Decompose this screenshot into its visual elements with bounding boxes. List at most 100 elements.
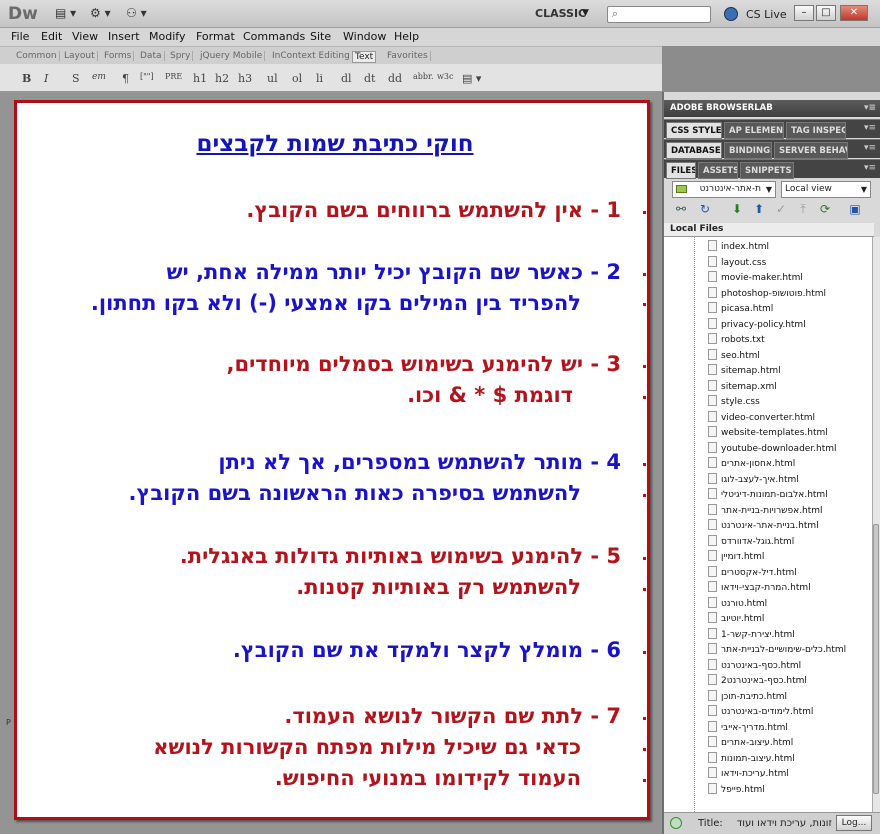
minimize-button[interactable]: – bbox=[794, 5, 814, 21]
insert-tab-data[interactable]: Data bbox=[138, 51, 165, 61]
file-list-item[interactable]: כלים-שימושיים-לבניית-אתר.html bbox=[708, 643, 846, 659]
put-files-icon[interactable]: ⬆ bbox=[750, 202, 768, 218]
file-list-item[interactable]: כסף-באינטרנט2.html bbox=[708, 674, 807, 690]
tab-files[interactable]: FILES bbox=[666, 162, 696, 179]
insert-tab-forms[interactable]: Forms bbox=[102, 51, 135, 61]
bold-button[interactable]: B bbox=[22, 72, 31, 85]
file-list-item[interactable]: מדריך-אייבי.html bbox=[708, 720, 788, 737]
file-list-item[interactable]: style.css bbox=[708, 395, 760, 411]
file-list-item[interactable]: דומיין.html bbox=[708, 550, 764, 566]
tab-assets[interactable]: ASSETS bbox=[698, 162, 738, 179]
menu-file[interactable]: File bbox=[11, 30, 29, 43]
definition-term-button[interactable]: dt bbox=[364, 72, 375, 85]
paragraph-button[interactable]: ¶ bbox=[122, 72, 129, 85]
insert-tab-text[interactable]: Text bbox=[352, 51, 377, 63]
refresh-icon[interactable]: ↻ bbox=[696, 202, 714, 218]
extend-menu-icon[interactable]: ⚙ ▾ bbox=[90, 6, 111, 22]
check-in-icon[interactable]: ⤒ bbox=[794, 202, 812, 218]
file-list-item[interactable]: המרת-קבצי-וידאו.html bbox=[708, 581, 811, 597]
tab-ap-elements[interactable]: AP ELEMENTS bbox=[724, 122, 784, 139]
file-list-item[interactable]: כתיבת-תוכן.html bbox=[708, 689, 787, 706]
connect-icon[interactable]: ⚯ bbox=[672, 202, 690, 218]
file-list-item[interactable]: picasa.html bbox=[708, 302, 773, 318]
maximize-button[interactable]: □ bbox=[816, 5, 836, 21]
definition-description-button[interactable]: dd bbox=[388, 72, 402, 85]
log-button[interactable]: Log... bbox=[836, 815, 872, 831]
menu-help[interactable]: Help bbox=[394, 30, 419, 43]
file-list-item[interactable]: עיצוב-תמונות.html bbox=[708, 751, 795, 768]
tab-server-behaviors[interactable]: SERVER BEHAVIORS bbox=[774, 142, 848, 159]
file-list-item[interactable]: seo.html bbox=[708, 348, 760, 365]
file-list-item[interactable]: אחסון-אתרים.html bbox=[708, 457, 795, 473]
site-select[interactable]: ת-אתר-אינטרנט ▼ bbox=[672, 181, 776, 198]
file-list-item[interactable]: index.html bbox=[708, 240, 769, 256]
file-list-item[interactable]: website-templates.html bbox=[708, 426, 828, 442]
file-list-item[interactable]: video-converter.html bbox=[708, 410, 815, 427]
file-list-item[interactable]: דיל-אקסטרים.html bbox=[708, 565, 797, 582]
check-out-icon[interactable]: ✓ bbox=[772, 202, 790, 218]
file-list-item[interactable]: איך-לעצב-לוגו.html bbox=[708, 472, 799, 489]
heading2-button[interactable]: h2 bbox=[215, 72, 229, 85]
file-list-item[interactable]: sitemap.html bbox=[708, 364, 781, 380]
characters-menu-icon[interactable]: ▤ ▾ bbox=[462, 72, 481, 85]
definition-list-button[interactable]: dl bbox=[341, 72, 352, 85]
tab-databases[interactable]: DATABASES bbox=[666, 142, 722, 159]
blockquote-button[interactable]: [""] bbox=[140, 72, 154, 81]
file-list-item[interactable]: עיצוב-אתרים.html bbox=[708, 736, 793, 752]
local-files-header[interactable]: Local Files bbox=[664, 223, 874, 237]
file-list-item[interactable]: עריכת-וידאו.html bbox=[708, 767, 789, 783]
emphasis-button[interactable]: em bbox=[92, 72, 106, 82]
cs-live-icon[interactable] bbox=[724, 7, 738, 21]
strong-button[interactable]: S bbox=[72, 72, 80, 85]
tab-bindings[interactable]: BINDINGS bbox=[724, 142, 772, 159]
panel-menu-icon[interactable]: ▾≡ bbox=[864, 123, 876, 133]
menu-view[interactable]: View bbox=[72, 30, 98, 43]
file-list-item[interactable]: privacy-policy.html bbox=[708, 317, 806, 334]
view-select[interactable]: Local view ▼ bbox=[781, 181, 871, 198]
menu-insert[interactable]: Insert bbox=[108, 30, 140, 43]
heading3-button[interactable]: h3 bbox=[238, 72, 252, 85]
list-item-button[interactable]: li bbox=[316, 72, 323, 85]
insert-tab-common[interactable]: Common bbox=[14, 51, 60, 61]
menu-commands[interactable]: Commands bbox=[243, 30, 305, 43]
help-search-input[interactable]: ⌕ bbox=[607, 6, 711, 23]
browserlab-panel-title[interactable]: ADOBE BROWSERLAB ▾≡ bbox=[664, 100, 880, 117]
tab-tag-inspector[interactable]: TAG INSPECTOR bbox=[786, 122, 846, 139]
abbreviation-button[interactable]: abbr. bbox=[413, 72, 434, 81]
menu-site[interactable]: Site bbox=[310, 30, 331, 43]
file-list-item[interactable]: photoshop-פוטושופ.html bbox=[708, 286, 826, 303]
file-list-item[interactable]: robots.txt bbox=[708, 333, 765, 349]
document-page[interactable]: חוקי כתיבת שמות לקבצים 1 - אין להשתמש בר… bbox=[14, 100, 650, 820]
menu-modify[interactable]: Modify bbox=[149, 30, 185, 43]
layout-menu-icon[interactable]: ▤ ▾ bbox=[55, 6, 76, 22]
panel-menu-icon[interactable]: ▾≡ bbox=[864, 163, 876, 173]
expand-panel-icon[interactable]: ▣ bbox=[846, 202, 864, 218]
close-button[interactable]: ✕ bbox=[840, 5, 868, 21]
file-list-item[interactable]: בניית-אתר-אינטרנט.html bbox=[708, 519, 819, 535]
file-list-item[interactable]: sitemap.xml bbox=[708, 379, 777, 396]
file-list-item[interactable]: יוטיוב.html bbox=[708, 612, 764, 628]
menu-format[interactable]: Format bbox=[196, 30, 235, 43]
panel-menu-icon[interactable]: ▾≡ bbox=[864, 100, 876, 117]
ordered-list-button[interactable]: ol bbox=[292, 72, 302, 85]
italic-button[interactable]: I bbox=[44, 72, 48, 85]
insert-tab-favorites[interactable]: Favorites bbox=[385, 51, 431, 61]
menu-edit[interactable]: Edit bbox=[41, 30, 62, 43]
insert-tab-spry[interactable]: Spry bbox=[168, 51, 194, 61]
preformatted-button[interactable]: PRE bbox=[165, 72, 182, 81]
file-list-item[interactable]: אלבום-תמונות-דיגיטלי.html bbox=[708, 488, 828, 504]
insert-tab-layout[interactable]: Layout bbox=[62, 51, 98, 61]
workspace-switcher[interactable]: CLASSIC bbox=[535, 7, 586, 20]
file-list-item[interactable]: youtube-downloader.html bbox=[708, 441, 837, 458]
unordered-list-button[interactable]: ul bbox=[267, 72, 278, 85]
synchronize-icon[interactable]: ⟳ bbox=[816, 202, 834, 218]
get-files-icon[interactable]: ⬇ bbox=[728, 202, 746, 218]
tab-css-styles[interactable]: CSS STYLES bbox=[666, 122, 722, 139]
panel-menu-icon[interactable]: ▾≡ bbox=[864, 143, 876, 153]
file-list-item[interactable]: גוגל-אדוורדס.html bbox=[708, 534, 794, 551]
file-list-item[interactable]: לימודים-באינטרנט.html bbox=[708, 705, 813, 721]
insert-tab-incontext-editing[interactable]: InContext Editing bbox=[270, 51, 353, 61]
file-list-item[interactable]: פייפל.html bbox=[708, 782, 765, 799]
site-menu-icon[interactable]: ⚇ ▾ bbox=[126, 6, 147, 22]
tab-snippets[interactable]: SNIPPETS bbox=[740, 162, 794, 179]
